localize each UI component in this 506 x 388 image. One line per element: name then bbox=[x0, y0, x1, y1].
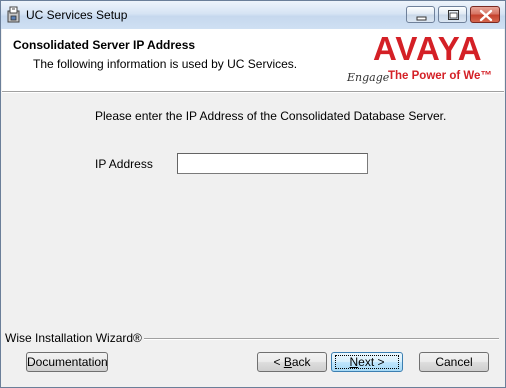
back-mnemonic: B bbox=[283, 354, 292, 369]
ip-address-label: IP Address bbox=[95, 157, 153, 171]
documentation-button[interactable]: Documentation bbox=[26, 352, 108, 372]
minimize-button[interactable] bbox=[406, 6, 435, 23]
maximize-icon bbox=[448, 10, 459, 20]
window-title: UC Services Setup bbox=[26, 8, 128, 22]
next-button[interactable]: Next > bbox=[331, 352, 403, 372]
setup-window: UC Services Setup Consolidated Server IP… bbox=[0, 0, 506, 388]
title-bar[interactable]: UC Services Setup bbox=[1, 1, 505, 29]
maximize-button[interactable] bbox=[438, 6, 467, 23]
avaya-logo: AVAYA Engage The Power of We™ bbox=[342, 30, 502, 90]
cancel-button[interactable]: Cancel bbox=[419, 352, 489, 372]
close-button[interactable] bbox=[470, 6, 500, 23]
back-button[interactable]: < Back bbox=[257, 352, 327, 372]
back-prefix: < bbox=[273, 354, 284, 369]
wizard-header: Consolidated Server IP Address The follo… bbox=[2, 29, 504, 92]
minimize-icon bbox=[416, 16, 427, 21]
wizard-brand-label: Wise Installation Wizard® bbox=[5, 331, 144, 345]
footer-separator bbox=[129, 338, 499, 340]
installer-icon[interactable] bbox=[6, 6, 22, 23]
logo-tagline: The Power of We™ bbox=[388, 70, 492, 82]
page-subtitle: The following information is used by UC … bbox=[33, 57, 298, 71]
close-icon bbox=[479, 9, 493, 22]
page-title: Consolidated Server IP Address bbox=[13, 38, 196, 52]
back-label-rest: ack bbox=[291, 354, 311, 369]
instruction-text: Please enter the IP Address of the Conso… bbox=[95, 109, 447, 123]
wizard-body: Please enter the IP Address of the Conso… bbox=[2, 92, 504, 333]
logo-wordmark: AVAYA bbox=[373, 30, 483, 67]
logo-tagline-script: Engage bbox=[347, 71, 390, 84]
ip-address-input[interactable] bbox=[177, 153, 368, 174]
focus-rectangle bbox=[335, 355, 399, 369]
